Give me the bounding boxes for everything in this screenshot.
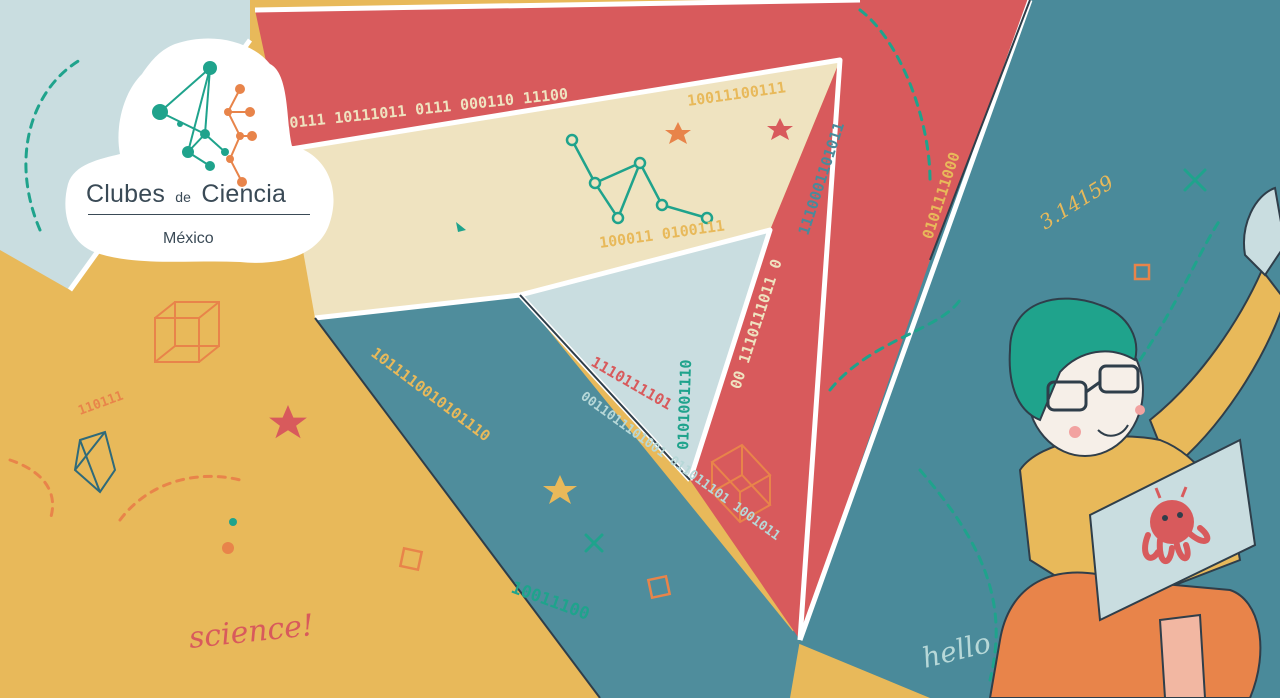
- logo-title-part: Clubes: [86, 180, 166, 208]
- logo-title-part: Ciencia: [201, 180, 287, 208]
- logo-divider: [88, 214, 310, 215]
- logo-title-small: de: [175, 189, 192, 205]
- logo-subtitle: México: [163, 230, 214, 247]
- binary-text: 0101001110: [674, 359, 695, 450]
- atom-logo-icon: [152, 61, 257, 187]
- hero-illustration: 0111 10111011 0111 000110 11100 10011100…: [0, 0, 1280, 698]
- logo-title: Clubes de Ciencia: [86, 182, 316, 207]
- clubes-de-ciencia-logo[interactable]: Clubes de Ciencia México: [60, 34, 336, 266]
